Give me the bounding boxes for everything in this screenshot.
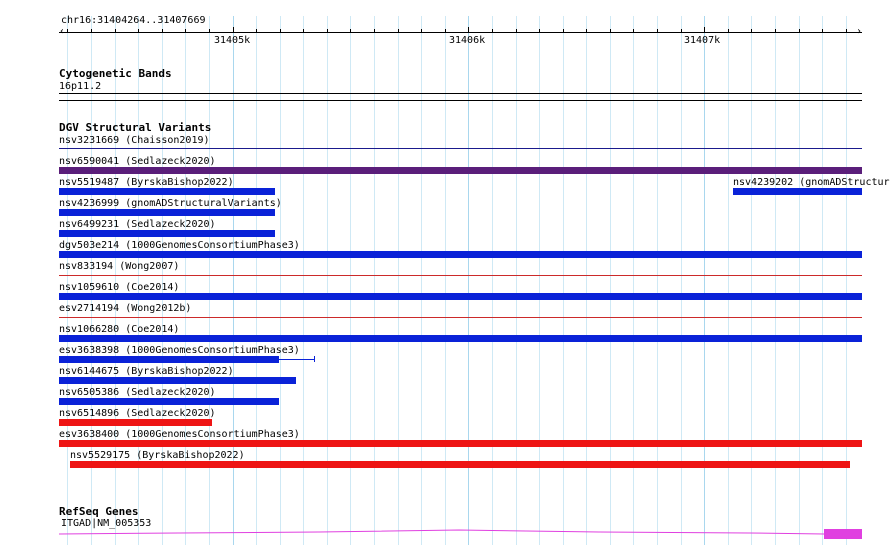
variant-bar[interactable]: [59, 419, 212, 426]
variant-bar[interactable]: [70, 461, 850, 468]
variant-extension-end: [314, 356, 315, 362]
variant-label[interactable]: nsv6144675 (ByrskaBishop2022): [59, 366, 234, 377]
ruler-tick: [586, 29, 587, 33]
ruler-tick: [704, 27, 705, 33]
ruler-tick-label: 31405k: [214, 35, 251, 46]
variant-bar[interactable]: [59, 377, 296, 384]
variant-bar[interactable]: [59, 440, 862, 447]
variant-label[interactable]: nsv6590041 (Sedlazeck2020): [59, 156, 216, 167]
variant-label[interactable]: nsv6514896 (Sedlazeck2020): [59, 408, 216, 419]
variant-label[interactable]: nsv4236999 (gnomADStructuralVariants): [59, 198, 282, 209]
ruler-tick: [138, 29, 139, 33]
ruler-tick: [303, 29, 304, 33]
ruler-tick: [185, 29, 186, 33]
variant-bar[interactable]: [59, 251, 862, 258]
ruler-tick: [421, 29, 422, 33]
variant-label[interactable]: nsv1066280 (Coe2014): [59, 324, 179, 335]
variant-bar[interactable]: [59, 209, 275, 216]
variant-label[interactable]: nsv6505386 (Sedlazeck2020): [59, 387, 216, 398]
ruler-tick: [115, 29, 116, 33]
ruler-tick: [563, 29, 564, 33]
ruler-tick: [91, 29, 92, 33]
ruler-tick: [846, 29, 847, 33]
ruler-range-label: chr16:31404264..31407669: [61, 15, 206, 26]
refseq-track-title[interactable]: RefSeq Genes: [59, 505, 138, 518]
variant-bar[interactable]: [733, 188, 862, 195]
ruler-tick: [657, 29, 658, 33]
variant-bar[interactable]: [59, 167, 862, 174]
cytoband-bottom-line: [59, 100, 862, 101]
cytoband-top-line: [59, 93, 862, 94]
ruler-tick-label: 31407k: [684, 35, 721, 46]
cytoband-track-title[interactable]: Cytogenetic Bands: [59, 67, 172, 80]
gene-model[interactable]: [59, 527, 862, 541]
ruler-axis: [59, 32, 862, 33]
variant-bar[interactable]: [59, 230, 275, 237]
ruler-tick: [327, 29, 328, 33]
variant-bar[interactable]: [59, 335, 862, 342]
ruler-tick: [492, 29, 493, 33]
variant-bar[interactable]: [59, 356, 279, 363]
variant-extension-line: [279, 359, 315, 360]
ruler-tick: [256, 29, 257, 33]
variant-bar[interactable]: [59, 398, 279, 405]
ruler-tick: [633, 29, 634, 33]
ruler-tick: [775, 29, 776, 33]
variant-label[interactable]: nsv5519487 (ByrskaBishop2022): [59, 177, 234, 188]
variant-label[interactable]: nsv4239202 (gnomADStructura: [733, 177, 890, 188]
cytoband-label: 16p11.2: [59, 81, 102, 92]
variant-label[interactable]: nsv5529175 (ByrskaBishop2022): [70, 450, 245, 461]
ruler-tick: [822, 29, 823, 33]
dgv-track-title[interactable]: DGV Structural Variants: [59, 121, 211, 134]
variant-label[interactable]: nsv1059610 (Coe2014): [59, 282, 179, 293]
variant-bar[interactable]: [59, 317, 862, 318]
variant-label[interactable]: esv2714194 (Wong2012b): [59, 303, 191, 314]
variant-label[interactable]: nsv6499231 (Sedlazeck2020): [59, 219, 216, 230]
genome-browser-view: chr16:31404264..31407669 ‹ › 31405k 3140…: [0, 0, 890, 545]
ruler-tick: [350, 29, 351, 33]
variant-label[interactable]: esv3638398 (1000GenomesConsortiumPhase3): [59, 345, 300, 356]
ruler-tick: [751, 29, 752, 33]
ruler-tick: [233, 27, 234, 33]
ruler-tick-label: 31406k: [449, 35, 486, 46]
ruler-tick: [162, 29, 163, 33]
variant-bar[interactable]: [59, 275, 862, 276]
variant-label[interactable]: nsv3231669 (Chaisson2019): [59, 135, 210, 146]
variant-bar[interactable]: [59, 293, 862, 300]
ruler-tick: [539, 29, 540, 33]
variant-label[interactable]: dgv503e214 (1000GenomesConsortiumPhase3): [59, 240, 300, 251]
grid-line: [67, 16, 68, 545]
ruler-tick: [516, 29, 517, 33]
ruler-tick: [445, 29, 446, 33]
ruler-tick: [610, 29, 611, 33]
ruler-tick: [398, 29, 399, 33]
ruler-tick: [799, 29, 800, 33]
ruler-tick: [209, 29, 210, 33]
ruler-tick: [280, 29, 281, 33]
variant-bar[interactable]: [59, 188, 275, 195]
ruler-tick: [67, 29, 68, 33]
variant-bar[interactable]: [59, 148, 862, 149]
ruler-tick: [681, 29, 682, 33]
ruler-tick: [728, 29, 729, 33]
variant-label[interactable]: nsv833194 (Wong2007): [59, 261, 179, 272]
ruler-tick: [374, 29, 375, 33]
variant-label[interactable]: esv3638400 (1000GenomesConsortiumPhase3): [59, 429, 300, 440]
ruler-tick: [468, 27, 469, 33]
